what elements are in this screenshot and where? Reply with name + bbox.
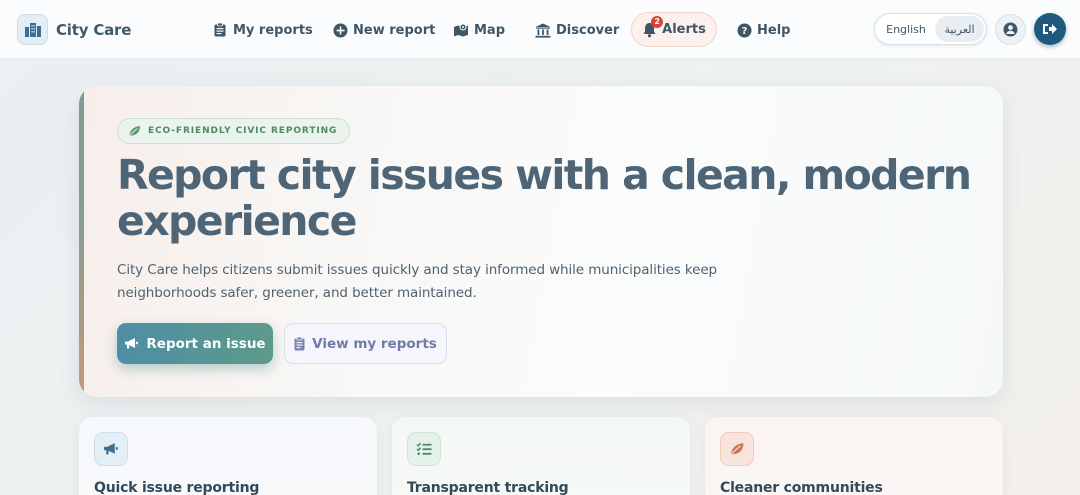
- nav-my-reports[interactable]: My reports: [212, 19, 313, 41]
- nav-alerts-label: Alerts: [662, 22, 706, 37]
- nav-discover-label: Discover: [556, 22, 620, 38]
- megaphone-icon: [124, 337, 139, 350]
- profile-button[interactable]: [995, 14, 1026, 45]
- question-circle-icon: ?: [736, 22, 752, 38]
- nav-discover[interactable]: Discover: [535, 19, 619, 41]
- clipboard-icon: [212, 22, 228, 38]
- brand-name: City Care: [56, 20, 132, 39]
- landmark-icon: [535, 22, 551, 38]
- leaf-icon: [720, 432, 754, 466]
- nav-my-reports-label: My reports: [233, 22, 313, 38]
- nav-new-report-label: New report: [353, 22, 436, 38]
- brand[interactable]: City Care: [17, 14, 131, 45]
- view-my-reports-label: View my reports: [312, 335, 437, 352]
- feature-card-quick-reporting: Quick issue reporting: [79, 417, 377, 495]
- sign-out-icon: [1042, 22, 1058, 36]
- leaf-icon: [128, 125, 141, 137]
- hero-section: ECO-FRIENDLY CIVIC REPORTING Report city…: [79, 86, 1003, 397]
- report-issue-button[interactable]: Report an issue: [117, 323, 273, 364]
- list-check-icon: [407, 432, 441, 466]
- megaphone-icon: [94, 432, 128, 466]
- svg-text:?: ?: [741, 26, 747, 37]
- nav-new-report[interactable]: New report: [332, 19, 435, 41]
- nav-help[interactable]: ? Help: [736, 19, 790, 41]
- map-icon: [453, 22, 469, 38]
- hero-subtitle: City Care helps citizens submit issues q…: [117, 262, 718, 301]
- user-circle-icon: [1003, 22, 1018, 37]
- language-toggle: English العربية: [874, 13, 987, 45]
- bell-icon: 2: [642, 15, 664, 39]
- eco-badge-label: ECO-FRIENDLY CIVIC REPORTING: [148, 126, 338, 136]
- feature-card-cleaner-communities: Cleaner communities: [705, 417, 1003, 495]
- clipboard-icon: [294, 336, 305, 351]
- language-english-button[interactable]: English: [877, 16, 935, 42]
- plus-circle-icon: [332, 22, 348, 38]
- hero-title: Report city issues with a clean, modern …: [117, 151, 972, 245]
- nav-help-label: Help: [757, 22, 791, 38]
- nav-map-label: Map: [474, 22, 506, 38]
- nav-map[interactable]: Map: [453, 19, 505, 41]
- view-my-reports-button[interactable]: View my reports: [284, 323, 447, 364]
- eco-friendly-badge: ECO-FRIENDLY CIVIC REPORTING: [117, 118, 351, 144]
- language-arabic-button[interactable]: العربية: [935, 16, 984, 42]
- alerts-count-badge: 2: [651, 15, 664, 28]
- logout-button[interactable]: [1034, 13, 1066, 45]
- feature-card-transparent-tracking: Transparent tracking: [392, 417, 690, 495]
- nav-alerts[interactable]: 2 Alerts: [631, 12, 717, 47]
- report-issue-label: Report an issue: [146, 335, 266, 352]
- feature-card-title: Transparent tracking: [407, 480, 569, 495]
- hero-accent-bar: [79, 86, 84, 397]
- feature-card-title: Quick issue reporting: [94, 480, 260, 495]
- city-buildings-icon: [17, 14, 48, 45]
- top-navbar: City Care My reports New report Map Disc…: [0, 0, 1080, 59]
- feature-card-title: Cleaner communities: [720, 480, 883, 495]
